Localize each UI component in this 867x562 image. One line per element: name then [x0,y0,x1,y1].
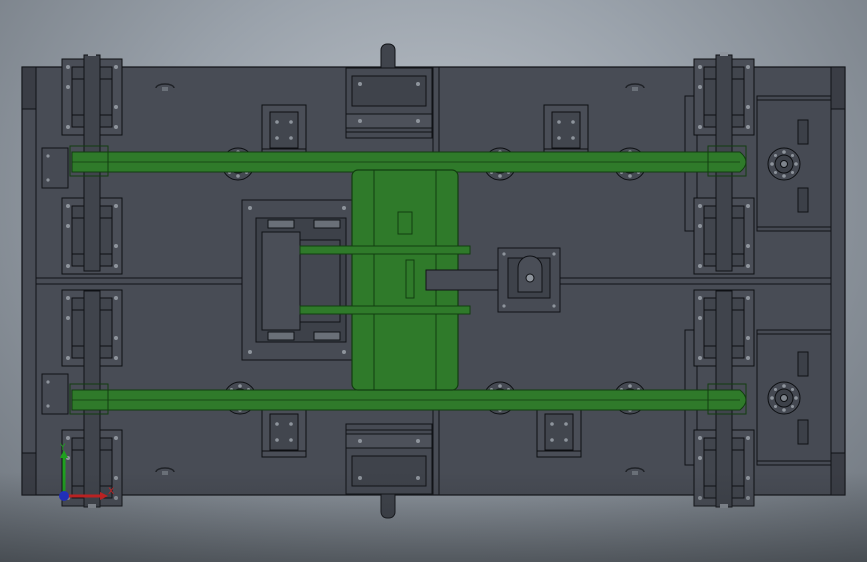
cad-viewport[interactable]: X Y [0,0,867,562]
center-top-bracket[interactable] [345,67,433,139]
triad-x-label: X [108,487,114,497]
assembly-drawing[interactable]: X Y [0,0,867,562]
center-bottom-bracket[interactable] [345,423,433,495]
center-mechanism-frame[interactable] [241,199,353,361]
triad-y-label: Y [59,443,66,453]
